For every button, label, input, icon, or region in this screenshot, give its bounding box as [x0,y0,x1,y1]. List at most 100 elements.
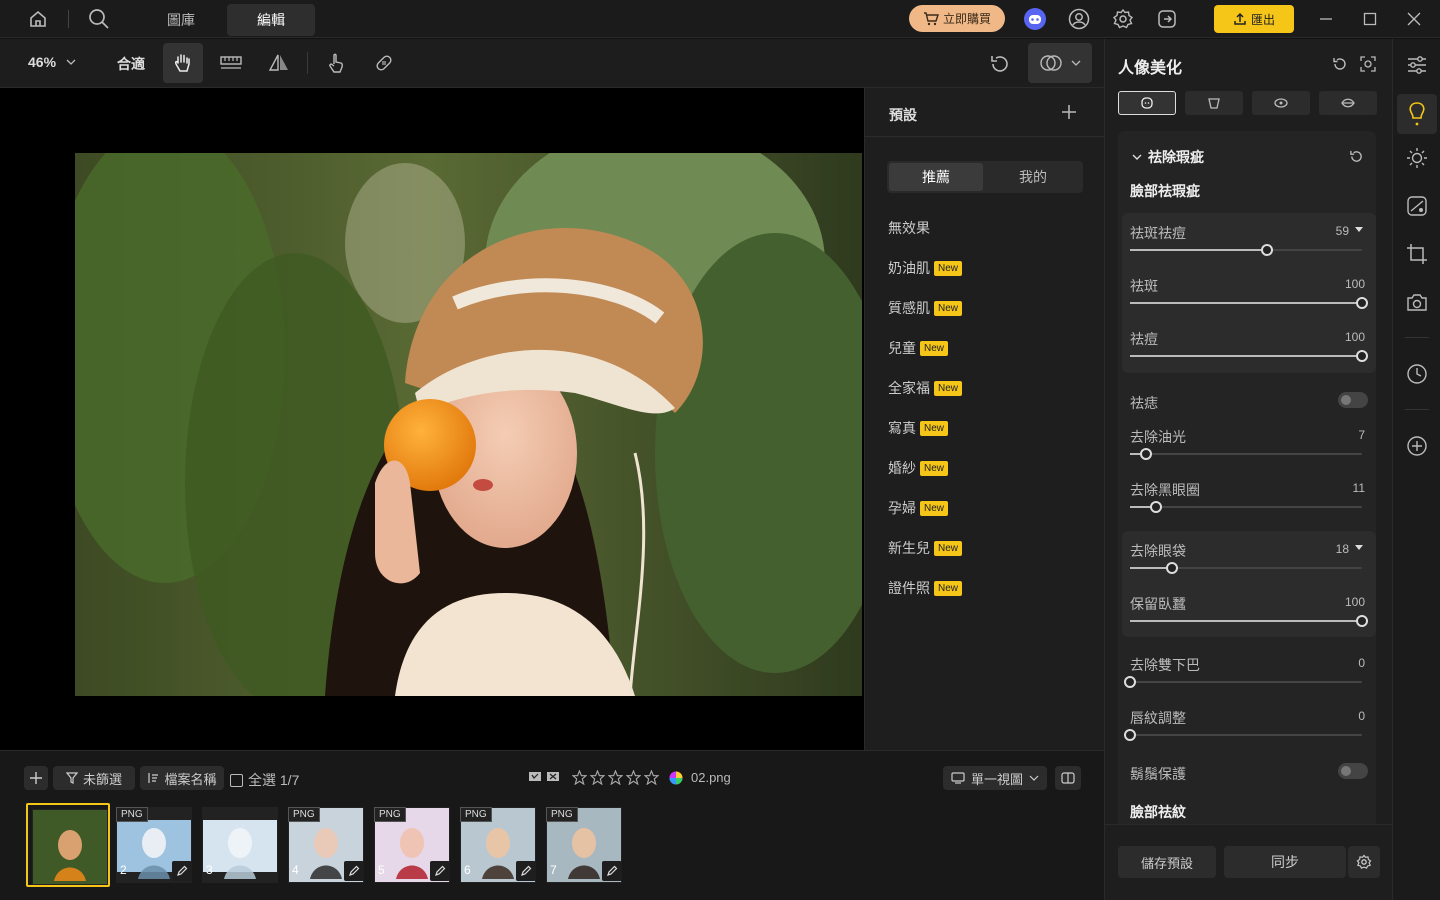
preset-item[interactable]: 新生兒 New [888,538,963,558]
slider-value[interactable]: 100 [1305,595,1365,609]
history-icon[interactable] [1405,362,1429,386]
reject-flag-icon[interactable] [546,771,560,785]
reset-icon[interactable] [986,51,1014,77]
enhance-image-icon[interactable] [1405,194,1429,218]
star-icon[interactable] [608,770,623,785]
add-photo-icon[interactable] [24,766,48,790]
compare-ruler-icon[interactable] [218,51,244,75]
flip-icon[interactable] [266,51,292,75]
hand-tool-icon[interactable] [163,43,203,83]
home-icon[interactable] [26,8,50,30]
save-preset-button[interactable]: 儲存預設 [1118,846,1216,878]
slider-knob[interactable] [1149,501,1162,513]
tab-recommended[interactable]: 推薦 [889,163,983,191]
mole-toggle[interactable] [1338,392,1368,408]
slider-value[interactable]: 11 [1305,481,1365,495]
settings-icon[interactable] [1110,7,1136,31]
slider-knob[interactable] [1165,562,1178,574]
export-button[interactable]: 匯出 [1214,5,1294,33]
search-icon[interactable] [86,7,112,31]
slider-knob[interactable] [1124,729,1136,741]
slider-value[interactable]: 18 [1305,542,1349,556]
star-icon[interactable] [590,770,605,785]
preset-item[interactable]: 無效果 [888,218,930,238]
color-label-icon[interactable] [669,771,683,785]
filmstrip-thumbnail[interactable] [26,803,110,887]
slider-value[interactable]: 7 [1305,428,1365,442]
star-icon[interactable] [572,770,587,785]
slider-knob[interactable] [1356,350,1368,362]
slider-knob[interactable] [1260,244,1273,256]
section-reset-icon[interactable] [1347,147,1365,165]
maximize-icon[interactable] [1360,9,1380,29]
preset-item[interactable]: 質感肌 New [888,298,963,318]
slider-track[interactable] [1130,681,1362,683]
preset-item[interactable]: 奶油肌 New [888,258,963,278]
reset-icon[interactable] [1330,54,1350,74]
subsection-title: 臉部祛紋 [1130,804,1186,820]
select-all-checkbox[interactable] [230,773,243,787]
preset-item[interactable]: 全家福 New [888,378,963,398]
makeup-tab-icon[interactable] [1319,91,1377,115]
sign-out-icon[interactable] [1154,7,1180,31]
discord-icon[interactable] [1022,7,1048,31]
preset-item[interactable]: 婚紗 New [888,458,949,478]
sort-button[interactable]: 檔案名稱 [140,766,224,790]
split-view-icon[interactable] [1055,766,1081,790]
slider-value[interactable]: 0 [1305,656,1365,670]
light-icon[interactable] [1405,146,1429,170]
preset-item[interactable]: 兒童 New [888,338,949,358]
camera-icon[interactable] [1405,290,1429,314]
preset-item[interactable]: 寫真 New [888,418,949,438]
star-icon[interactable] [644,770,659,785]
beard-protect-toggle[interactable] [1338,763,1368,779]
account-icon[interactable] [1066,7,1092,31]
star-icon[interactable] [626,770,641,785]
sync-settings-icon[interactable] [1348,846,1380,878]
face-tab-icon[interactable] [1118,91,1176,115]
section-header[interactable]: 祛除瑕疵 [1132,147,1204,167]
slider-value[interactable]: 0 [1305,709,1365,723]
photo-canvas[interactable] [0,88,864,750]
divider [68,10,69,28]
tab-mine[interactable]: 我的 [985,163,1081,191]
slider-value[interactable]: 100 [1305,330,1365,344]
crop-icon[interactable] [1405,242,1429,266]
slider-fill [1130,355,1362,357]
before-after-button[interactable] [1028,43,1092,83]
zoom-select[interactable]: 46% [28,54,76,70]
tab-edit[interactable]: 編輯 [227,4,315,36]
touch-tool-icon[interactable] [323,51,349,75]
slider-track[interactable] [1130,453,1362,455]
slider-track[interactable] [1130,506,1362,508]
eye-tab-icon[interactable] [1252,91,1310,115]
fit-button[interactable]: 合適 [117,54,145,74]
add-tool-icon[interactable] [1405,434,1429,458]
body-tab-icon[interactable] [1185,91,1243,115]
add-preset-icon[interactable] [1059,102,1079,122]
caret-down-icon[interactable] [1355,227,1363,232]
filter-button[interactable]: 未篩選 [53,766,135,790]
slider-knob[interactable] [1356,615,1368,627]
slider-knob[interactable] [1356,297,1368,309]
slider-track[interactable] [1130,734,1362,736]
flag-icon[interactable] [528,771,542,785]
select-all[interactable]: 全選 1/7 [230,770,299,790]
adjust-sliders-icon[interactable] [1405,53,1429,77]
preset-item[interactable]: 證件照 New [888,578,963,598]
caret-down-icon[interactable] [1355,545,1363,550]
slider-value[interactable]: 100 [1305,277,1365,291]
sync-button[interactable]: 同步 [1224,846,1346,878]
portrait-bulb-icon[interactable] [1397,94,1437,134]
cart-icon [923,11,939,25]
view-mode-select[interactable]: 單一視圖 [943,766,1047,790]
bandage-icon[interactable] [371,51,397,75]
face-scan-icon[interactable] [1358,54,1378,74]
slider-value[interactable]: 59 [1305,224,1349,238]
preset-item[interactable]: 孕婦 New [888,498,949,518]
slider-knob[interactable] [1124,676,1136,688]
buy-now-button[interactable]: 立即購買 [909,5,1005,32]
tab-library[interactable]: 圖庫 [150,4,212,36]
close-icon[interactable] [1404,9,1424,29]
minimize-icon[interactable] [1316,9,1336,29]
